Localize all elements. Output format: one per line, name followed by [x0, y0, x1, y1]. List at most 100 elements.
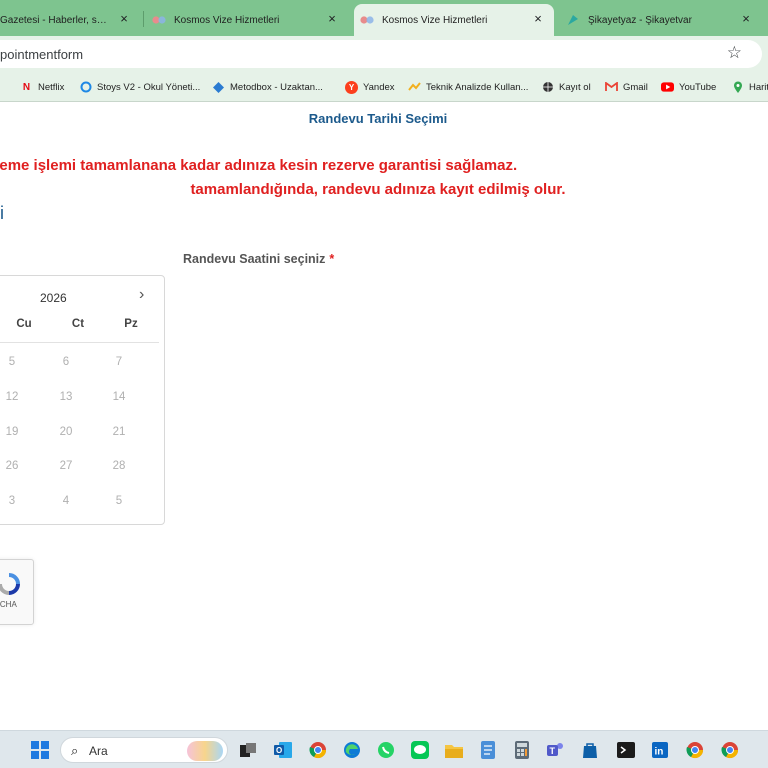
chrome-profile-icon[interactable] [308, 740, 328, 760]
tab-title: Kosmos Vize Hizmetleri [382, 14, 488, 26]
calendar-day: 5 [8, 356, 16, 368]
calendar-month-year: 2026 [40, 291, 67, 305]
calendar-divider [0, 342, 159, 343]
kosmos-icon [360, 13, 374, 27]
edge-icon[interactable] [342, 740, 362, 760]
calendar-day: 4 [62, 495, 70, 507]
chevron-right-icon[interactable]: › [139, 286, 144, 304]
tab-gazetesi[interactable]: Gazetesi - Haberler, son dak × [0, 4, 140, 36]
bookmark-label: Metodbox - Uzaktan... [230, 81, 323, 93]
youtube-icon [661, 81, 674, 94]
url-text: pointmentform [0, 47, 84, 62]
bookmark-label: Gmail [623, 81, 648, 93]
file-explorer-icon[interactable] [444, 740, 464, 760]
search-icon: ⌕ [71, 743, 79, 758]
close-icon[interactable]: × [116, 11, 132, 27]
stoys-icon [79, 81, 92, 94]
bookmark-label: YouTube [679, 81, 717, 93]
tab-kosmos-active[interactable]: Kosmos Vize Hizmetleri × [354, 4, 554, 36]
recaptcha-label: TCHA [0, 600, 17, 609]
search-text: Ara [89, 744, 108, 758]
bookmark-youtube[interactable]: YouTube [661, 79, 716, 95]
windows-start-icon[interactable] [30, 740, 50, 760]
date-picker-calendar: 2026 › Cu Ct Pz 5 6 7 12 13 14 19 20 21 … [0, 275, 165, 525]
bookmark-label: Stoys V2 - Okul Yöneti... [97, 81, 201, 93]
line-icon[interactable] [410, 740, 430, 760]
section-heading: i [0, 203, 4, 223]
bookmark-kayit-ol[interactable]: Kayıt ol [541, 79, 591, 95]
bookmark-stoys[interactable]: Stoys V2 - Okul Yöneti... [79, 79, 200, 95]
calendar-day: 12 [5, 391, 19, 403]
bookmark-star-icon[interactable]: ☆ [727, 43, 742, 63]
time-label-text: Randevu Saatini seçiniz [183, 252, 326, 266]
warning-text-line-2: tamamlandığında, randevu adınıza kayıt e… [190, 181, 566, 198]
windows-taskbar: ⌕ Ara O T in [0, 730, 768, 768]
bookmark-yandex[interactable]: Y Yandex [345, 79, 395, 95]
linkedin-icon[interactable]: in [650, 740, 670, 760]
recaptcha-widget[interactable]: TCHA [0, 559, 34, 625]
bookmark-gmail[interactable]: Gmail [605, 79, 648, 95]
svg-text:in: in [655, 747, 664, 758]
sikayetyaz-icon [566, 13, 580, 27]
globe-icon [541, 81, 554, 94]
time-select-label: Randevu Saatini seçiniz * [183, 252, 334, 266]
bookmark-teknik-analiz[interactable]: Teknik Analizde Kullan... [408, 79, 528, 95]
close-icon[interactable]: × [738, 11, 754, 27]
bookmarks-bar: N Netflix Stoys V2 - Okul Yöneti... Meto… [0, 72, 768, 102]
calendar-day: 6 [62, 356, 70, 368]
maps-icon [731, 81, 744, 94]
tab-title: Kosmos Vize Hizmetleri [174, 14, 280, 26]
page-title: Randevu Tarihi Seçimi [308, 111, 448, 126]
calendar-day: 7 [115, 356, 123, 368]
kosmos-icon [152, 13, 166, 27]
tab-kosmos-1[interactable]: Kosmos Vize Hizmetleri × [152, 4, 348, 36]
bookmark-maps[interactable]: Harit [731, 79, 768, 95]
svg-text:T: T [550, 746, 556, 756]
bookmark-netflix[interactable]: N Netflix [20, 79, 65, 95]
calculator-icon[interactable] [512, 740, 532, 760]
calendar-day: 19 [5, 426, 19, 438]
metodbox-icon [212, 81, 225, 94]
tab-strip: Gazetesi - Haberler, son dak × Kosmos Vi… [0, 0, 768, 36]
required-marker: * [329, 252, 335, 266]
chrome-profile2-icon[interactable] [685, 740, 705, 760]
recaptcha-icon [0, 573, 20, 595]
address-bar[interactable]: pointmentform ☆ [0, 40, 762, 68]
outlook-icon[interactable]: O [273, 740, 293, 760]
bookmark-metodbox[interactable]: Metodbox - Uzaktan... [212, 79, 323, 95]
calendar-day: 27 [59, 460, 73, 472]
notepad-icon[interactable] [478, 740, 498, 760]
chrome-icon[interactable] [720, 740, 740, 760]
netflix-icon: N [22, 81, 31, 93]
bookmark-label: Kayıt ol [559, 81, 591, 93]
bookmark-label: Yandex [363, 81, 395, 93]
calendar-day: 20 [59, 426, 73, 438]
weekday-header: Cu [16, 318, 32, 330]
page-content: Randevu Tarihi Seçimi tarihi, son adımda… [0, 103, 768, 730]
browser-window: Gazetesi - Haberler, son dak × Kosmos Vi… [0, 0, 768, 768]
store-icon[interactable] [580, 740, 600, 760]
tab-sikayetyaz[interactable]: Şikayetyaz - Şikayetvar × [566, 4, 762, 36]
tab-title: Gazetesi - Haberler, son dak [0, 14, 112, 26]
calendar-day: 26 [5, 460, 19, 472]
calendar-day: 21 [112, 426, 126, 438]
teams-icon[interactable]: T [546, 740, 566, 760]
weekday-header: Ct [71, 318, 85, 330]
calendar-day: 5 [115, 495, 123, 507]
bookmark-label: Harit [749, 81, 768, 93]
whatsapp-icon[interactable] [376, 740, 396, 760]
close-icon[interactable]: × [530, 11, 546, 27]
calendar-day: 28 [112, 460, 126, 472]
weekday-header: Pz [124, 318, 138, 330]
search-highlight-icon [187, 741, 223, 761]
terminal-icon[interactable] [616, 740, 636, 760]
bookmark-label: Teknik Analizde Kullan... [426, 81, 529, 93]
calendar-day: 13 [59, 391, 73, 403]
calendar-day: 14 [112, 391, 126, 403]
taskbar-search[interactable]: ⌕ Ara [60, 737, 228, 763]
bookmark-label: Netflix [38, 81, 65, 93]
warning-text-line-1: tarihi, son adımdaki ödeme işlemi tamaml… [0, 157, 518, 174]
task-view-icon[interactable] [238, 740, 258, 760]
svg-text:O: O [276, 746, 282, 755]
close-icon[interactable]: × [324, 11, 340, 27]
